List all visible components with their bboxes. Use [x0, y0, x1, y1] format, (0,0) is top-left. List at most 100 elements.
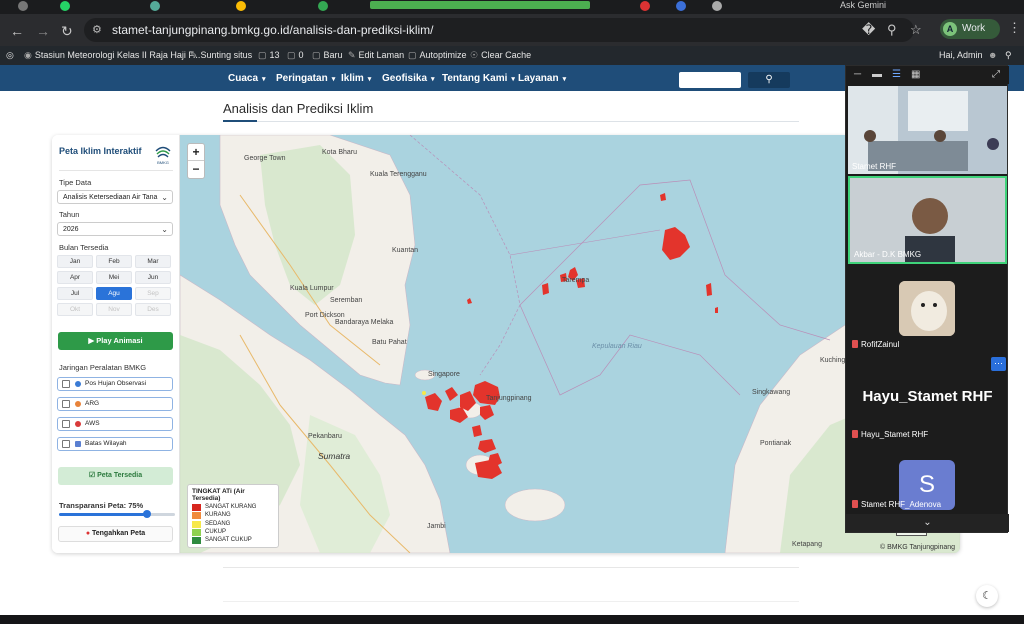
wp-autoptimize-link[interactable]: ▢ Autoptimize	[408, 50, 467, 61]
forward-icon[interactable]: →	[36, 24, 50, 38]
nav-tentang-kami[interactable]: Tentang Kami ▾	[442, 73, 515, 84]
map-label-singkawang: Singkawang	[752, 389, 791, 396]
month-jul[interactable]: Jul	[57, 287, 93, 300]
nav-geofisika[interactable]: Geofisika ▾	[382, 73, 435, 84]
site-search-input[interactable]	[679, 72, 741, 88]
list-view-icon[interactable]: ☰	[892, 69, 901, 80]
month-jun[interactable]: Jun	[135, 271, 171, 284]
participant-name: Stamet RHF_Adenova	[861, 500, 942, 509]
tab-icon[interactable]	[712, 1, 722, 11]
section-divider	[223, 601, 799, 602]
checkbox[interactable]	[62, 380, 70, 388]
month-jan[interactable]: Jan	[57, 255, 93, 268]
profile-chip[interactable]: A Work	[940, 19, 1000, 39]
tab-icon[interactable]	[150, 1, 160, 11]
tab-icon[interactable]	[236, 1, 246, 11]
svg-text:BMKG: BMKG	[157, 160, 169, 165]
bookmark-star-icon[interactable]: ☆	[910, 22, 922, 38]
address-bar[interactable]: ⚙ stamet-tanjungpinang.bmkg.go.id/analis…	[84, 18, 914, 42]
url-text[interactable]: stamet-tanjungpinang.bmkg.go.id/analisis…	[112, 23, 434, 37]
participant-tile[interactable]: Stamet RHF	[848, 86, 1007, 174]
theme-toggle-button[interactable]: ☾	[976, 585, 998, 607]
nav-layanan[interactable]: Layanan ▾	[518, 73, 566, 84]
legend-label: KURANG	[205, 512, 231, 519]
wp-customize-link[interactable]: ✎ Sunting situs	[190, 50, 252, 61]
checkbox[interactable]	[62, 440, 70, 448]
ati-area	[472, 425, 482, 437]
peta-tersedia-button[interactable]: ☑ Peta Tersedia	[58, 467, 173, 485]
tab-icon[interactable]	[18, 1, 28, 11]
wp-edit-page-link[interactable]: ✎ Edit Laman	[348, 50, 404, 61]
wp-clear-cache-link[interactable]: ☉ Clear Cache	[470, 50, 531, 61]
wp-search-icon[interactable]: ⚲	[1005, 50, 1012, 61]
layer-batas-wilayah[interactable]: Batas Wilayah	[57, 437, 173, 451]
participant-name-row: Hayu_Stamet RHF	[852, 430, 928, 439]
month-feb[interactable]: Feb	[96, 255, 132, 268]
slider-track	[147, 513, 175, 516]
map-legend: TINGKAT ATi (Air Tersedia) SANGAT KURANG…	[187, 484, 279, 548]
map-basemap	[180, 135, 960, 553]
page-title: Analisis dan Prediksi Iklim	[223, 101, 374, 116]
site-info-icon[interactable]: ⚙	[92, 23, 106, 37]
layer-pos-hujan[interactable]: Pos Hujan Observasi	[57, 377, 173, 391]
map-label-kota-bharu: Kota Bharu	[322, 149, 358, 156]
more-options-button[interactable]: ⋯	[991, 357, 1006, 371]
ask-gemini-button[interactable]: Ask Gemini	[840, 0, 886, 10]
tipe-data-select[interactable]: Analisis Ketersediaan Air Tana ⌄	[57, 190, 173, 204]
tab-group-strip[interactable]	[370, 1, 590, 9]
map-label-sumatra: Sumatra	[318, 451, 351, 461]
whatsapp-tab-icon[interactable]	[60, 1, 70, 11]
play-animation-button[interactable]: ▶ Play Animasi	[58, 332, 173, 350]
month-mei[interactable]: Mei	[96, 271, 132, 284]
nav-layanan-label: Layanan	[518, 73, 559, 84]
climate-map[interactable]: + − George Town Kota Bharu Kuala Terengg…	[180, 135, 960, 553]
nav-cuaca[interactable]: Cuaca ▾	[228, 73, 266, 84]
center-map-button[interactable]: ● Tengahkan Peta	[58, 526, 173, 542]
tab-icon[interactable]	[318, 1, 328, 11]
wp-updates-link[interactable]: ▢ 13	[258, 50, 280, 61]
tahun-select[interactable]: 2026 ⌄	[57, 222, 173, 236]
wp-logo-icon[interactable]: ◎	[6, 50, 14, 61]
window-icon[interactable]: ▬	[872, 69, 882, 80]
transparency-slider[interactable]	[59, 510, 175, 518]
legend-item: SANGAT KURANG	[192, 504, 274, 512]
tab-icon[interactable]	[640, 1, 650, 11]
zoom-out-button[interactable]: −	[188, 161, 204, 178]
collapse-participants-button[interactable]: ⌄	[846, 514, 1009, 532]
participant-tile-active[interactable]: Akbar - D.K BMKG	[848, 176, 1007, 264]
map-label-kuantan: Kuantan	[392, 247, 419, 254]
checkbox[interactable]	[62, 420, 70, 428]
site-search-button[interactable]: ⚲	[748, 72, 790, 88]
map-label-seremban: Seremban	[330, 297, 363, 304]
checkbox[interactable]	[62, 400, 70, 408]
wp-comments-link[interactable]: ▢ 0	[287, 50, 304, 61]
back-icon[interactable]: ←	[10, 24, 24, 38]
browser-menu-icon[interactable]: ⋮	[1008, 20, 1021, 36]
month-apr[interactable]: Apr	[57, 271, 93, 284]
grid-view-icon[interactable]: ▦	[911, 69, 920, 80]
layer-aws[interactable]: AWS	[57, 417, 173, 431]
reload-icon[interactable]: ↻	[61, 24, 73, 38]
nav-iklim[interactable]: Iklim ▾	[341, 73, 371, 84]
wp-new-link[interactable]: ▢ Baru	[312, 50, 343, 61]
nav-peringatan[interactable]: Peringatan ▾	[276, 73, 335, 84]
zoom-icon[interactable]: ⚲	[887, 22, 897, 38]
autoptimize-icon: ▢	[408, 50, 417, 60]
month-agu[interactable]: Agu	[96, 287, 132, 300]
slider-handle[interactable]	[143, 510, 151, 518]
wp-account-greeting[interactable]: Hai, Admin ☻	[939, 50, 1001, 60]
map-control-panel: Peta Iklim Interaktif BMKG Tipe Data Ana…	[52, 135, 180, 553]
wp-site-name[interactable]: ◉ Stasiun Meteorologi Kelas II Raja Haji …	[24, 50, 200, 61]
layer-arg[interactable]: ARG	[57, 397, 173, 411]
translate-icon[interactable]: �	[862, 22, 875, 38]
zoom-in-button[interactable]: +	[188, 144, 204, 161]
expand-icon[interactable]: ⤢	[992, 69, 1000, 80]
wp-updates-count: 13	[269, 50, 280, 60]
tab-icon[interactable]	[676, 1, 686, 11]
mic-muted-icon	[852, 340, 858, 348]
map-label-george-town: George Town	[244, 155, 286, 162]
month-mar[interactable]: Mar	[135, 255, 171, 268]
ati-area	[467, 298, 472, 304]
network-label: Jaringan Peralatan BMKG	[59, 363, 147, 372]
minimize-icon[interactable]: ─	[854, 69, 861, 80]
